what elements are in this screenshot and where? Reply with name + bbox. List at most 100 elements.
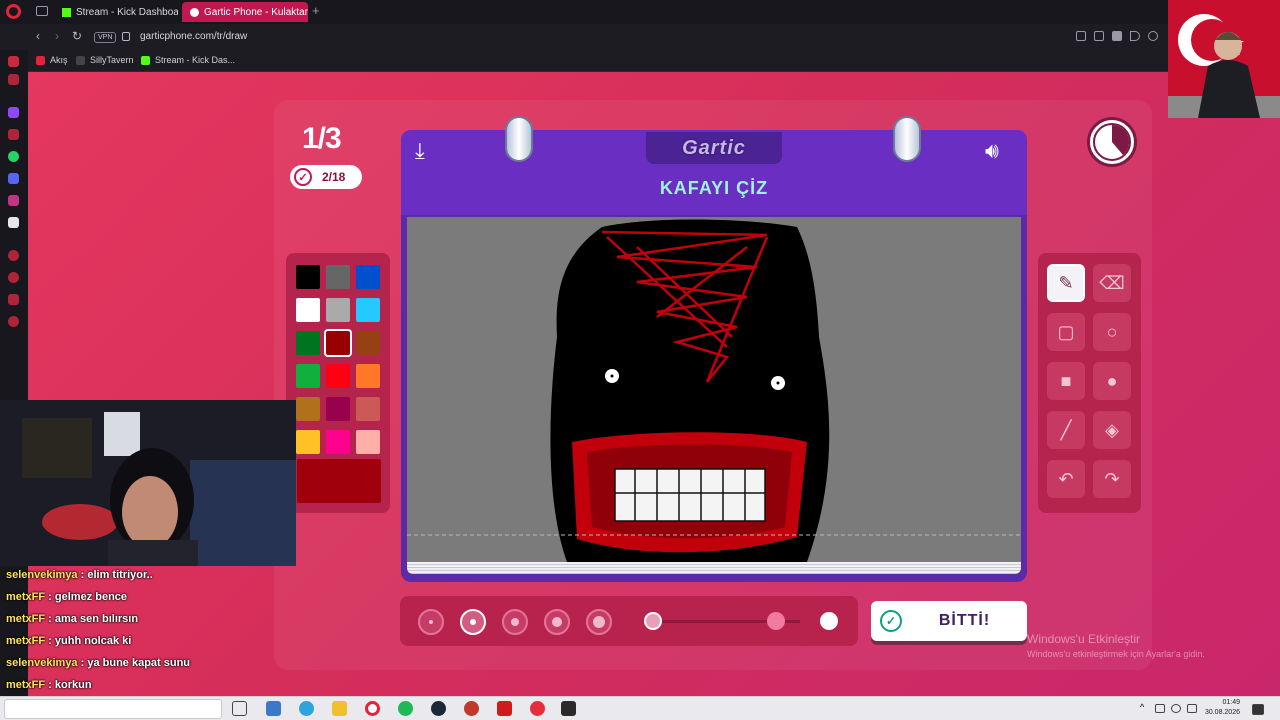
steam-icon[interactable]: [431, 701, 446, 716]
color-swatch[interactable]: [296, 298, 320, 322]
line-icon[interactable]: ╱: [1047, 411, 1085, 449]
tray-app-icon[interactable]: [1155, 704, 1165, 713]
eraser-icon[interactable]: ⌫: [1093, 264, 1131, 302]
whatsapp-icon[interactable]: [8, 151, 19, 162]
taskbar-clock[interactable]: 01:49 30.08.2026: [1196, 698, 1240, 718]
opera-taskbar-icon[interactable]: [365, 701, 380, 716]
adblock-shield-icon[interactable]: [1112, 31, 1122, 41]
color-swatch[interactable]: [296, 331, 320, 355]
color-swatch[interactable]: [326, 397, 350, 421]
color-palette: [286, 253, 390, 513]
brush-size-button[interactable]: [544, 609, 570, 635]
akis-favicon-icon: [36, 55, 45, 65]
twitch-icon[interactable]: [8, 107, 19, 118]
windows-taskbar: ^ 01:49 30.08.2026: [0, 696, 1280, 720]
chat-message: metxFF : ama sen bılırsın: [6, 613, 138, 625]
bucket-icon[interactable]: ◈: [1093, 411, 1131, 449]
opera-ai-icon[interactable]: [8, 56, 19, 67]
bookmark-akis[interactable]: Akış: [36, 55, 68, 65]
volume-icon[interactable]: 🔊︎: [985, 138, 999, 164]
color-swatch[interactable]: [326, 265, 350, 289]
chat-username: metxFF: [6, 635, 46, 647]
chat-message: metxFF : gelmez bence: [6, 591, 127, 603]
brush-size-button[interactable]: [418, 609, 444, 635]
taskbar-search[interactable]: [4, 699, 222, 719]
color-swatch[interactable]: [356, 430, 380, 454]
color-swatch[interactable]: [296, 364, 320, 388]
tab-gartic-phone[interactable]: Gartic Phone - Kulaktan Ku: [182, 2, 308, 22]
forward-arrow-icon[interactable]: ›: [55, 30, 59, 42]
music-icon[interactable]: [8, 129, 19, 140]
edge-icon[interactable]: [299, 701, 314, 716]
filled-ellipse-icon[interactable]: ●: [1093, 362, 1131, 400]
pen-icon[interactable]: ✎: [1047, 264, 1085, 302]
filled-rectangle-icon[interactable]: ■: [1047, 362, 1085, 400]
settings-gear-icon[interactable]: [8, 316, 19, 327]
messenger-icon[interactable]: [8, 74, 19, 85]
opacity-slider-knob[interactable]: [767, 612, 785, 630]
notebook-ring-right: [893, 116, 921, 162]
color-swatch[interactable]: [296, 430, 320, 454]
vpn-badge[interactable]: VPN: [94, 32, 117, 43]
tab-overview-icon[interactable]: [36, 6, 48, 16]
drawing-canvas[interactable]: [407, 217, 1021, 562]
color-swatch[interactable]: [296, 397, 320, 421]
bookmark-kick-dashboard[interactable]: Stream - Kick Das...: [141, 55, 235, 65]
bookmark-sillytavern[interactable]: SillyTavern: [76, 55, 134, 65]
brush-size-button[interactable]: [502, 609, 528, 635]
instagram-icon[interactable]: [8, 195, 19, 206]
notifications-icon[interactable]: [1252, 704, 1264, 715]
color-swatch[interactable]: [296, 265, 320, 289]
download-icon[interactable]: ⤓: [415, 138, 425, 164]
app-stop-icon[interactable]: [530, 701, 545, 716]
rectangle-icon[interactable]: ▢: [1047, 313, 1085, 351]
bookmark-pin-icon[interactable]: [1076, 31, 1086, 41]
chat-username: metxFF: [6, 613, 46, 625]
url-field[interactable]: garticphone.com/tr/draw: [140, 31, 247, 42]
color-swatch[interactable]: [326, 364, 350, 388]
brush-size-button[interactable]: [460, 609, 486, 635]
epic-games-icon[interactable]: [561, 701, 576, 716]
chat-username: selenvekimya: [6, 657, 78, 669]
color-swatch[interactable]: [356, 298, 380, 322]
ellipse-icon[interactable]: ○: [1093, 313, 1131, 351]
watermark-line-1: Windows'u Etkinleştir: [1027, 632, 1140, 646]
app-icon[interactable]: [266, 701, 281, 716]
snapshot-icon[interactable]: [1094, 31, 1104, 41]
send-icon[interactable]: [1130, 31, 1140, 41]
tray-chevron-icon[interactable]: ^: [1140, 702, 1150, 712]
media-player-icon[interactable]: [497, 701, 512, 716]
extensions-icon[interactable]: [8, 294, 19, 305]
volume-tray-icon[interactable]: [1171, 704, 1181, 713]
heart-icon[interactable]: [1148, 31, 1158, 41]
opera-logo-icon[interactable]: [6, 4, 21, 19]
color-swatch[interactable]: [324, 329, 352, 357]
redo-icon[interactable]: ↷: [1093, 460, 1131, 498]
history-icon[interactable]: [8, 250, 19, 261]
color-swatch[interactable]: [356, 397, 380, 421]
discord-icon[interactable]: [8, 173, 19, 184]
color-swatch[interactable]: [326, 298, 350, 322]
sillytavern-favicon-icon: [76, 55, 85, 65]
undo-icon[interactable]: ↶: [1047, 460, 1085, 498]
color-swatch[interactable]: [356, 265, 380, 289]
spotify-icon[interactable]: [398, 701, 413, 716]
reload-icon[interactable]: ↻: [72, 30, 82, 42]
color-swatch[interactable]: [356, 331, 380, 355]
clock-icon[interactable]: [8, 272, 19, 283]
new-tab-plus-icon[interactable]: +: [312, 4, 320, 18]
chat-message: metxFF : yuhh nolcak ki: [6, 635, 131, 647]
chat-message: selenvekimya : ya bune kapat sunu: [6, 657, 190, 669]
back-arrow-icon[interactable]: ‹: [36, 30, 40, 42]
task-view-icon[interactable]: [232, 701, 247, 716]
app-red-icon[interactable]: [464, 701, 479, 716]
color-swatch[interactable]: [326, 430, 350, 454]
x-icon[interactable]: [8, 217, 19, 228]
tab-kick-dashboard[interactable]: Stream - Kick Dashboard: [54, 2, 178, 22]
file-explorer-icon[interactable]: [332, 701, 347, 716]
lock-icon[interactable]: [122, 32, 130, 41]
done-button[interactable]: ✓ BİTTİ!: [871, 601, 1027, 641]
brush-size-button[interactable]: [586, 609, 612, 635]
color-swatch[interactable]: [356, 364, 380, 388]
tab-label: Gartic Phone - Kulaktan Ku: [204, 6, 308, 18]
